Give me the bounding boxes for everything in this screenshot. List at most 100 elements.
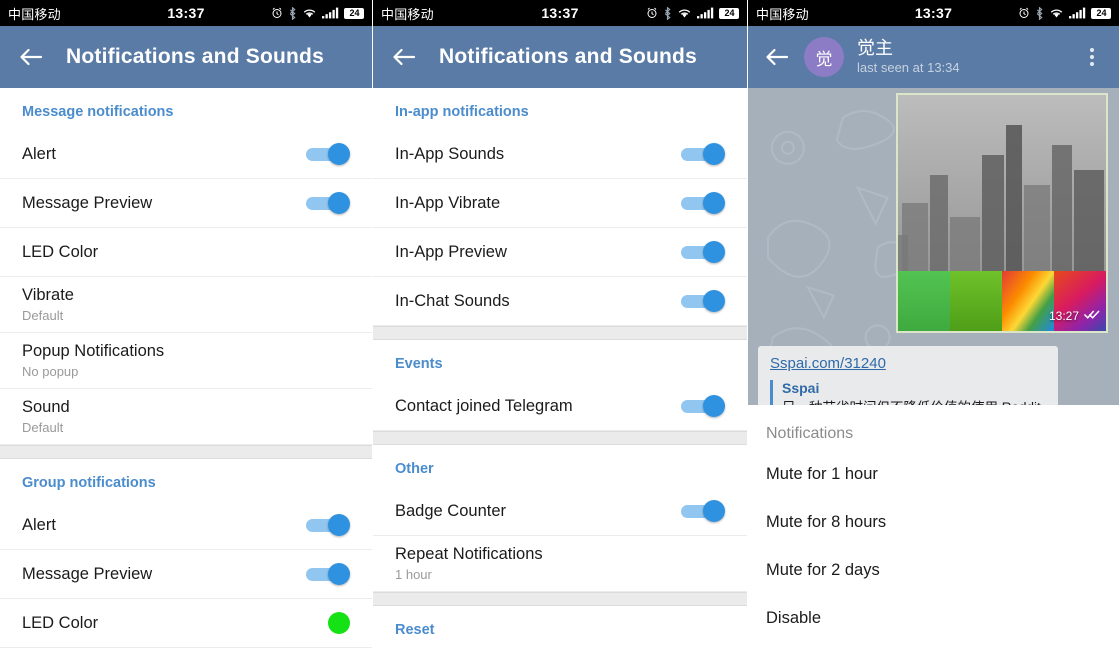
status-icons: 24	[271, 6, 364, 20]
row-badge-counter[interactable]: Badge Counter	[373, 487, 747, 536]
battery-icon: 24	[1091, 7, 1111, 19]
toggle-message-preview[interactable]	[304, 192, 350, 214]
row-in-app-vibrate[interactable]: In-App Vibrate	[373, 179, 747, 228]
row-vibrate[interactable]: Vibrate Default	[0, 277, 372, 333]
row-repeat-notifications[interactable]: Repeat Notifications 1 hour	[373, 536, 747, 592]
alarm-icon	[1018, 7, 1030, 19]
link-url[interactable]: Sspai.com/31240	[770, 355, 1046, 372]
section-divider	[373, 592, 747, 606]
back-arrow-icon[interactable]	[14, 40, 48, 74]
row-group-alert[interactable]: Alert	[0, 501, 372, 550]
photo-city-skyline	[898, 95, 1106, 275]
row-label: Message Preview	[22, 193, 153, 212]
section-header-reset[interactable]: Reset	[373, 606, 747, 648]
status-bar: 中国移动 13:37 24	[748, 0, 1119, 26]
bluetooth-icon	[663, 6, 672, 20]
row-in-app-sounds[interactable]: In-App Sounds	[373, 130, 747, 179]
row-group-message-preview[interactable]: Message Preview	[0, 550, 372, 599]
row-label: Vibrate	[22, 286, 74, 304]
avatar[interactable]: 觉	[804, 37, 844, 77]
back-arrow-icon[interactable]	[760, 40, 794, 74]
toggle-in-app-preview[interactable]	[679, 241, 725, 263]
alarm-icon	[271, 7, 283, 19]
double-check-icon	[1084, 309, 1100, 323]
chat-title-block: 觉主 last seen at 13:34	[857, 38, 960, 76]
back-arrow-icon[interactable]	[387, 40, 421, 74]
row-alert[interactable]: Alert	[0, 130, 372, 179]
photo-message[interactable]: 13:27	[896, 93, 1108, 333]
section-header-group-notifications: Group notifications	[22, 475, 156, 491]
message-meta: 13:27	[1049, 309, 1100, 323]
settings-list: Message notifications Alert Message Prev…	[0, 88, 372, 648]
row-value: Default	[22, 308, 64, 323]
toggle-in-chat-sounds[interactable]	[679, 290, 725, 312]
led-color-swatch-icon[interactable]	[328, 612, 350, 634]
section-header-in-app-notifications: In-app notifications	[395, 104, 529, 120]
signal-icon	[1069, 7, 1086, 19]
sheet-item-mute-1-hour[interactable]: Mute for 1 hour	[748, 443, 1119, 491]
toggle-in-app-vibrate[interactable]	[679, 192, 725, 214]
row-contact-joined-telegram[interactable]: Contact joined Telegram	[373, 382, 747, 431]
toggle-in-app-sounds[interactable]	[679, 143, 725, 165]
section-header-message-notifications: Message notifications	[22, 104, 174, 120]
row-led-color[interactable]: LED Color	[0, 228, 372, 277]
toggle-group-alert[interactable]	[304, 514, 350, 536]
row-text: Sound Default	[22, 398, 350, 435]
row-label: Popup Notifications	[22, 342, 165, 360]
alarm-icon	[646, 7, 658, 19]
section-header-events: Events	[395, 356, 443, 372]
sheet-item-mute-2-days[interactable]: Mute for 2 days	[748, 539, 1119, 587]
panel-settings-message: 中国移动 13:37 24 Notifications and Sounds M…	[0, 0, 373, 661]
status-bar: 中国移动 13:37 24	[0, 0, 372, 26]
row-label: Alert	[22, 144, 56, 163]
row-value: No popup	[22, 364, 79, 379]
page-title: Notifications and Sounds	[66, 45, 324, 68]
app-bar: Notifications and Sounds	[373, 26, 747, 88]
contact-status: last seen at 13:34	[857, 59, 960, 75]
settings-list: In-app notifications In-App Sounds In-Ap…	[373, 88, 747, 648]
section-divider	[373, 431, 747, 445]
row-label: Repeat Notifications	[395, 545, 543, 563]
row-label: In-Chat Sounds	[395, 291, 510, 310]
toggle-group-message-preview[interactable]	[304, 563, 350, 585]
status-icons: 24	[646, 6, 739, 20]
row-text: Repeat Notifications 1 hour	[395, 545, 725, 582]
row-text: Popup Notifications No popup	[22, 342, 350, 379]
message-timestamp: 13:27	[1048, 309, 1079, 323]
battery-icon: 24	[719, 7, 739, 19]
toggle-badge-counter[interactable]	[679, 500, 725, 522]
sheet-item-mute-8-hours[interactable]: Mute for 8 hours	[748, 491, 1119, 539]
toggle-contact-joined[interactable]	[679, 395, 725, 417]
chat-message-area: 13:27 Sspai.com/31240 Sspai 另一种节省时间但不降低价…	[748, 88, 1119, 661]
row-group-led-color[interactable]: LED Color	[0, 599, 372, 648]
sheet-title: Notifications	[766, 425, 854, 442]
row-in-app-preview[interactable]: In-App Preview	[373, 228, 747, 277]
row-message-preview[interactable]: Message Preview	[0, 179, 372, 228]
page-title: Notifications and Sounds	[439, 45, 697, 68]
section-header-other: Other	[395, 461, 434, 477]
notifications-bottom-sheet: Notifications Mute for 1 hour Mute for 8…	[748, 405, 1119, 661]
row-label: Contact joined Telegram	[395, 396, 573, 415]
row-label: LED Color	[22, 613, 99, 632]
row-label: Alert	[22, 515, 56, 534]
sheet-item-disable[interactable]: Disable	[748, 587, 1119, 635]
toggle-alert[interactable]	[304, 143, 350, 165]
panel-settings-inapp: 中国移动 13:37 24 Notifications and Sounds I…	[373, 0, 748, 661]
row-label: Message Preview	[22, 564, 153, 583]
row-sound[interactable]: Sound Default	[0, 389, 372, 445]
row-label: In-App Vibrate	[395, 193, 501, 212]
status-bar: 中国移动 13:37 24	[373, 0, 747, 26]
panel-chat-notifications-dialog: 中国移动 13:37 24 觉 觉主 last seen at 13:34 13…	[748, 0, 1120, 661]
row-value: Default	[22, 420, 64, 435]
kebab-menu-icon[interactable]	[1077, 40, 1107, 74]
row-in-chat-sounds[interactable]: In-Chat Sounds	[373, 277, 747, 326]
row-popup-notifications[interactable]: Popup Notifications No popup	[0, 333, 372, 389]
bluetooth-icon	[288, 6, 297, 20]
chat-app-bar: 觉 觉主 last seen at 13:34	[748, 26, 1119, 88]
row-text: Vibrate Default	[22, 286, 350, 323]
row-label: In-App Preview	[395, 242, 507, 261]
wifi-icon	[302, 7, 317, 19]
battery-icon: 24	[344, 7, 364, 19]
section-divider	[0, 445, 372, 459]
contact-name: 觉主	[857, 38, 893, 59]
